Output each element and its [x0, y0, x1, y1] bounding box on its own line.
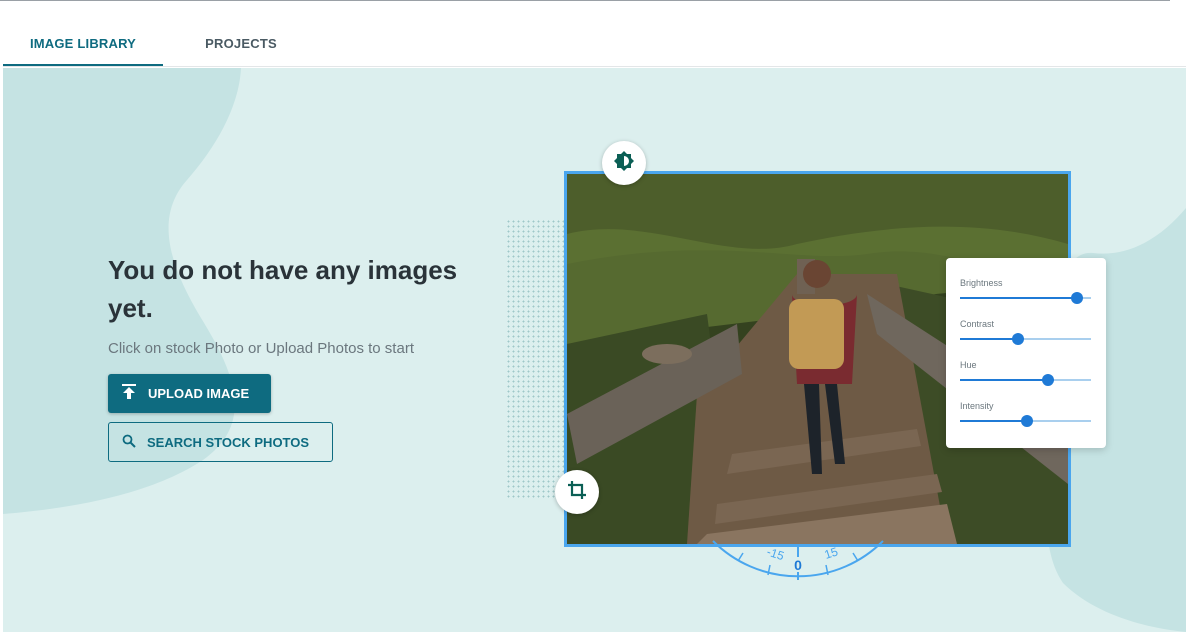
- adjustments-panel: Brightness Contrast Hue Intensity: [946, 258, 1106, 448]
- empty-state-subtext: Click on stock Photo or Upload Photos to…: [108, 340, 414, 357]
- dial-tick-minus15: -15: [765, 545, 786, 564]
- brightness-slider[interactable]: Brightness: [960, 278, 1091, 304]
- upload-image-label: UPLOAD IMAGE: [148, 386, 250, 401]
- rotation-dial[interactable]: -15 0 15: [693, 533, 903, 623]
- slider-thumb[interactable]: [1020, 415, 1033, 427]
- search-stock-photos-label: SEARCH STOCK PHOTOS: [147, 434, 310, 450]
- hue-label: Hue: [960, 360, 977, 370]
- contrast-slider[interactable]: Contrast: [960, 319, 1091, 345]
- contrast-button[interactable]: [602, 141, 646, 185]
- slider-thumb[interactable]: [1041, 374, 1054, 386]
- slider-thumb[interactable]: [1070, 292, 1083, 304]
- upload-icon: [122, 384, 136, 403]
- dial-tick-15: 15: [823, 544, 840, 562]
- tab-bar: IMAGE LIBRARY PROJECTS: [3, 20, 1186, 67]
- tab-image-library[interactable]: IMAGE LIBRARY: [3, 20, 163, 66]
- empty-state-heading: You do not have any images yet.: [108, 255, 458, 323]
- upload-image-button[interactable]: UPLOAD IMAGE: [108, 374, 271, 413]
- slider-thumb[interactable]: [1011, 333, 1024, 345]
- tab-projects[interactable]: PROJECTS: [191, 20, 291, 66]
- dial-tick-0: 0: [794, 557, 802, 573]
- slider-track: [960, 292, 1091, 304]
- search-icon: [122, 434, 136, 451]
- intensity-slider[interactable]: Intensity: [960, 401, 1091, 427]
- dot-pattern: [506, 219, 564, 499]
- slider-track: [960, 415, 1091, 427]
- search-stock-photos-button[interactable]: SEARCH STOCK PHOTOS: [108, 422, 333, 462]
- slider-track: [960, 374, 1091, 386]
- contrast-label: Contrast: [960, 319, 995, 329]
- intensity-label: Intensity: [960, 401, 994, 411]
- crop-button[interactable]: [555, 470, 599, 514]
- brightness-label: Brightness: [960, 278, 1003, 288]
- slider-track: [960, 333, 1091, 345]
- hue-slider[interactable]: Hue: [960, 360, 1091, 386]
- empty-state-area: You do not have any images yet. Click on…: [3, 68, 1186, 632]
- top-divider: [0, 0, 1170, 1]
- contrast-icon: [613, 150, 635, 177]
- crop-icon: [566, 479, 588, 506]
